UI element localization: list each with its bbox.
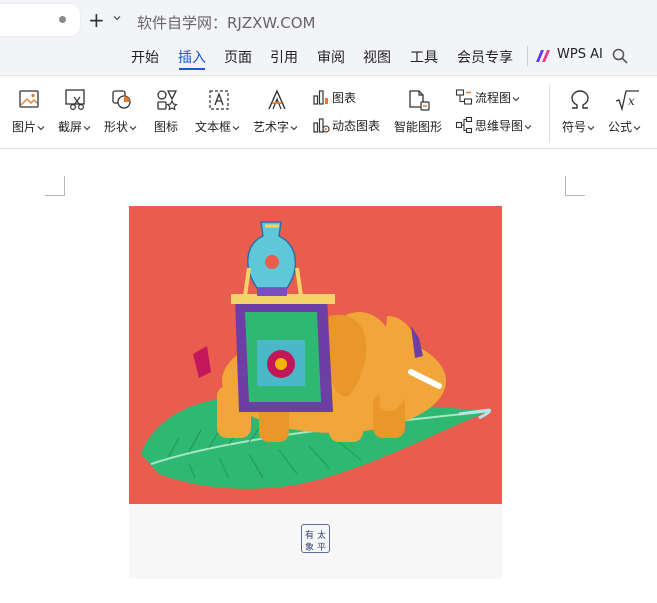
symbol-button[interactable]: 符号 [560, 84, 600, 144]
dynamic-chart-icon [313, 118, 330, 133]
chevron-down-icon [83, 125, 91, 130]
chevron-down-icon [524, 124, 532, 129]
menu-item-member[interactable]: 会员专享 [457, 47, 513, 67]
image-caption-area: 有 太 象 平 [129, 504, 502, 579]
wordart-icon [268, 89, 286, 110]
flowchart-icon [455, 89, 473, 105]
icons-button[interactable]: 图标 [152, 84, 184, 144]
seal-char: 象 [305, 543, 315, 553]
title-bar: + 软件自学网：RJZXW.COM 开始 插入 页面 引用 审阅 视图 工具 会… [0, 0, 657, 75]
wordart-button[interactable]: 艺术字 [253, 84, 301, 144]
chevron-down-icon [37, 125, 45, 130]
wordart-label: 艺术字 [253, 120, 290, 134]
icons-library-icon [157, 90, 178, 111]
scissors-icon [65, 89, 85, 111]
chart-icon [313, 90, 328, 105]
document-page[interactable]: 有 太 象 平 [0, 150, 657, 603]
menu-divider [527, 46, 528, 66]
seal-stamp: 有 太 象 平 [301, 524, 330, 553]
tab-modified-dot[interactable] [59, 16, 66, 23]
dynamic-chart-label: 动态图表 [332, 119, 381, 133]
chevron-down-icon [587, 125, 595, 130]
textbox-icon [209, 90, 229, 110]
ribbon-divider [549, 84, 550, 142]
menu-item-review[interactable]: 审阅 [317, 47, 345, 67]
formula-button[interactable]: x 公式 [606, 84, 648, 144]
smart-graphic-button[interactable]: 智能图形 [393, 84, 445, 144]
chevron-down-icon [633, 125, 641, 130]
chart-button[interactable]: 图表 [312, 86, 362, 108]
active-tab-indicator [179, 68, 205, 70]
menu-item-start[interactable]: 开始 [131, 47, 159, 67]
chevron-down-icon[interactable] [112, 13, 122, 23]
screenshot-button[interactable]: 截屏 [56, 84, 96, 144]
mindmap-icon [455, 116, 473, 134]
crop-mark-left [45, 176, 65, 196]
chevron-down-icon [232, 125, 240, 130]
omega-icon [571, 90, 589, 109]
search-icon[interactable] [611, 47, 629, 65]
screenshot-label: 截屏 [58, 120, 83, 134]
document-tab[interactable] [0, 4, 80, 36]
seal-char: 平 [317, 543, 327, 553]
site-address-text: 软件自学网：RJZXW.COM [137, 14, 316, 32]
menu-item-tools[interactable]: 工具 [410, 47, 438, 67]
smart-graphic-icon [409, 90, 430, 111]
menu-item-insert[interactable]: 插入 [178, 47, 206, 67]
menu-bar: 开始 插入 页面 引用 审阅 视图 工具 会员专享 WPS AI [0, 44, 657, 70]
picture-button[interactable]: 图片 [8, 84, 45, 144]
dynamic-chart-button[interactable]: 动态图表 [312, 114, 384, 136]
formula-label: 公式 [608, 120, 633, 134]
symbol-label: 符号 [562, 120, 587, 134]
picture-label: 图片 [12, 120, 37, 134]
flowchart-label: 流程图 [475, 91, 512, 105]
chevron-down-icon [512, 96, 520, 101]
menu-item-references[interactable]: 引用 [270, 47, 298, 67]
shapes-button[interactable]: 形状 [102, 84, 142, 144]
shapes-icon [112, 90, 131, 109]
wps-ai-logo-icon[interactable] [535, 49, 553, 63]
mindmap-button[interactable]: 思维导图 [455, 114, 541, 136]
crop-mark-right [565, 176, 585, 196]
textbox-label: 文本框 [195, 120, 232, 134]
chevron-down-icon [290, 125, 298, 130]
new-tab-button[interactable]: + [88, 8, 105, 32]
picture-icon [19, 90, 39, 108]
square-root-icon: x [615, 90, 639, 112]
svg-text:x: x [628, 94, 635, 108]
flowchart-button[interactable]: 流程图 [455, 86, 527, 108]
menu-item-view[interactable]: 视图 [363, 47, 391, 67]
menu-item-page[interactable]: 页面 [224, 47, 252, 67]
shapes-label: 形状 [104, 120, 129, 134]
smart-graphic-label: 智能图形 [394, 120, 443, 134]
insert-ribbon: 图片 截屏 形状 图标 文本框 艺术字 图表 动态图表 智能图形 流程图 思维导… [0, 75, 657, 149]
icons-label: 图标 [154, 120, 179, 134]
mindmap-label: 思维导图 [475, 119, 524, 133]
chevron-down-icon [129, 125, 137, 130]
chart-label: 图表 [332, 91, 357, 105]
textbox-button[interactable]: 文本框 [195, 84, 243, 144]
wps-ai-button[interactable]: WPS AI [557, 47, 603, 62]
